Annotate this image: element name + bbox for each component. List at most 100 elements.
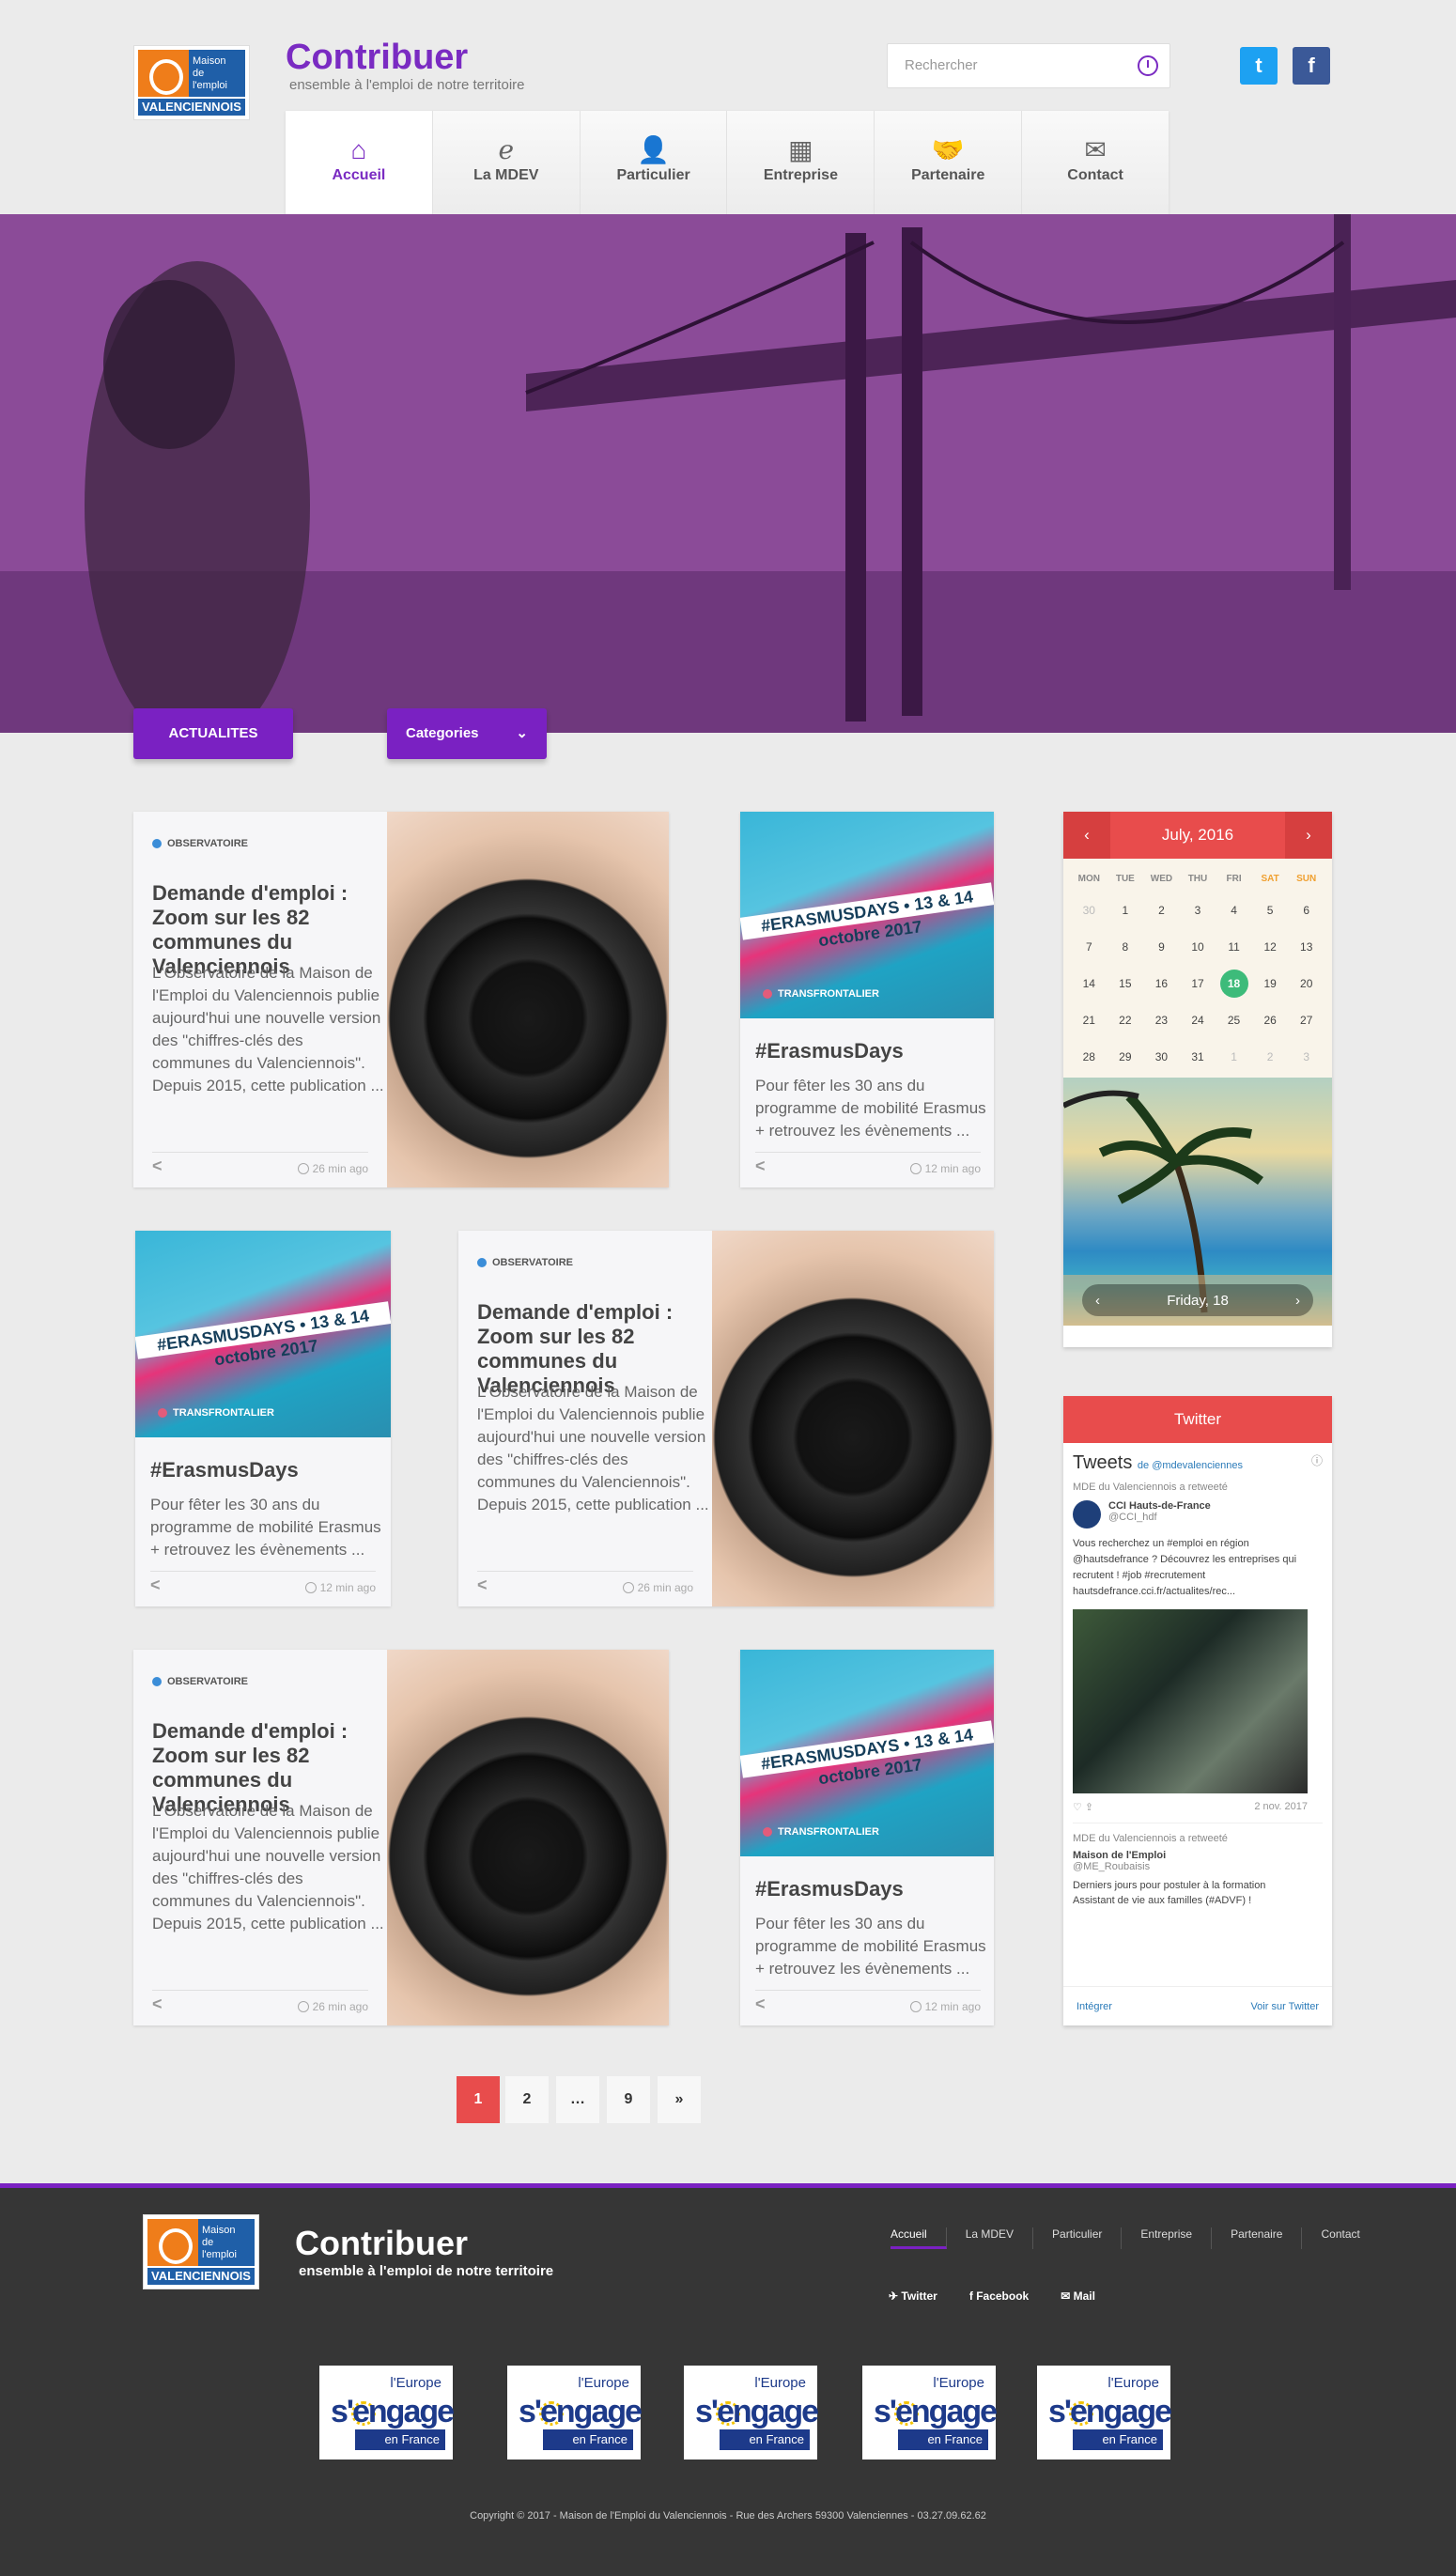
calendar-day[interactable]: 20 (1288, 966, 1324, 1002)
calendar-day[interactable]: 22 (1107, 1002, 1144, 1039)
twitter-icon: ✈ (889, 2289, 902, 2303)
tweet-image[interactable] (1073, 1609, 1308, 1793)
calendar-day[interactable]: 27 (1288, 1002, 1324, 1039)
footer-twitter-link[interactable]: ✈ Twitter (889, 2289, 937, 2303)
card-title[interactable]: #ErasmusDays (150, 1458, 299, 1482)
tweet-author[interactable]: Maison de l'Emploi (1073, 1850, 1166, 1861)
calendar-day[interactable]: 21 (1071, 1002, 1107, 1039)
page-1[interactable]: 1 (457, 2076, 500, 2123)
calendar-grid: MON TUE WED THU FRI SAT SUN 30 1 2 3 4 5 6 7 8 9 10 11 12 13… (1063, 859, 1332, 1078)
footer-nav-la-mdev[interactable]: La MDEV (947, 2227, 1034, 2249)
article-card[interactable]: #ERASMUSDAYS • 13 & 14 octobre 2017 TRAN… (740, 1650, 994, 2025)
calendar-day[interactable]: 8 (1107, 929, 1144, 966)
facebook-button[interactable]: f (1293, 47, 1330, 85)
calendar-day[interactable]: 28 (1071, 1039, 1107, 1076)
news-button[interactable]: ACTUALITES (133, 708, 293, 759)
page-2[interactable]: 2 (505, 2076, 549, 2123)
clock-icon (909, 1162, 922, 1174)
calendar-day[interactable]: 30 (1143, 1039, 1180, 1076)
calendar-day[interactable]: 2 (1252, 1039, 1289, 1076)
tweet-text: Derniers jours pour postuler à la format… (1073, 1880, 1266, 1906)
card-title[interactable]: #ErasmusDays (755, 1039, 904, 1063)
share-icon[interactable] (152, 1994, 167, 2014)
twitter-button[interactable]: t (1240, 47, 1278, 85)
site-title[interactable]: Contribuer (286, 38, 468, 78)
avatar[interactable] (1073, 1500, 1101, 1529)
footer-facebook-link[interactable]: f Facebook (969, 2289, 1029, 2303)
tweets-by-link[interactable]: de @mdevalenciennes (1138, 1460, 1243, 1471)
tweet-handle[interactable]: @ME_Roubaisis (1073, 1861, 1150, 1872)
article-card[interactable]: OBSERVATOIRE Demande d'emploi : Zoom sur… (133, 812, 669, 1187)
nav-partenaire[interactable]: 🤝 Partenaire (875, 111, 1023, 216)
share-icon[interactable] (150, 1575, 165, 1595)
like-icon[interactable]: ♡ ⇪ (1073, 1801, 1093, 1813)
categories-dropdown[interactable]: Categories ⌄ (387, 708, 547, 759)
page-9[interactable]: 9 (607, 2076, 650, 2123)
calendar-day[interactable]: 2 (1143, 892, 1180, 929)
calendar-day[interactable]: 11 (1216, 929, 1252, 966)
calendar-day[interactable]: 30 (1071, 892, 1107, 929)
calendar-day[interactable]: 19 (1252, 966, 1289, 1002)
calendar-day[interactable]: 4 (1216, 892, 1252, 929)
calendar-day[interactable]: 16 (1143, 966, 1180, 1002)
calendar-day[interactable]: 14 (1071, 966, 1107, 1002)
embed-link[interactable]: Intégrer (1077, 1987, 1112, 2025)
nav-particulier[interactable]: 👤 Particulier (580, 111, 728, 216)
article-card[interactable]: #ERASMUSDAYS • 13 & 14 octobre 2017 TRAN… (135, 1231, 391, 1606)
calendar-day[interactable]: 3 (1288, 1039, 1324, 1076)
view-on-twitter-link[interactable]: Voir sur Twitter (1250, 1987, 1319, 2025)
calendar-day[interactable]: 17 (1180, 966, 1216, 1002)
tweet-author[interactable]: CCI Hauts-de-France (1108, 1500, 1211, 1512)
calendar-day[interactable]: 26 (1252, 1002, 1289, 1039)
calendar-day[interactable]: 23 (1143, 1002, 1180, 1039)
calendar-day[interactable]: 9 (1143, 929, 1180, 966)
search-input[interactable]: Rechercher (887, 43, 1170, 88)
card-time: 12 min ago (909, 1162, 981, 1175)
tweet-date[interactable]: 2 nov. 2017 (1254, 1801, 1308, 1813)
date-prev-icon[interactable]: ‹ (1095, 1293, 1100, 1309)
calendar-day[interactable]: 31 (1180, 1039, 1216, 1076)
info-icon[interactable]: ⓘ (1311, 1452, 1323, 1468)
article-card[interactable]: #ERASMUSDAYS • 13 & 14 octobre 2017 TRAN… (740, 812, 994, 1187)
calendar-day[interactable]: 24 (1180, 1002, 1216, 1039)
calendar-day[interactable]: 6 (1288, 892, 1324, 929)
footer-logo[interactable]: Maison de l'emploi VALENCIENNOIS (143, 2214, 259, 2289)
share-icon[interactable] (755, 1994, 770, 2014)
share-icon[interactable] (152, 1156, 167, 1176)
calendar-day[interactable]: 25 (1216, 1002, 1252, 1039)
share-icon[interactable] (755, 1156, 770, 1176)
date-next-icon[interactable]: › (1295, 1293, 1300, 1309)
footer-nav-contact[interactable]: Contact (1302, 2227, 1378, 2249)
footer-nav-particulier[interactable]: Particulier (1033, 2227, 1123, 2249)
calendar-day[interactable]: 15 (1107, 966, 1144, 1002)
calendar-prev-icon[interactable]: ‹ (1063, 812, 1110, 859)
footer-nav-accueil[interactable]: Accueil (891, 2227, 947, 2249)
calendar-day[interactable]: 10 (1180, 929, 1216, 966)
share-icon[interactable] (477, 1575, 492, 1595)
calendar-day[interactable]: 7 (1071, 929, 1107, 966)
calendar-day[interactable]: 29 (1107, 1039, 1144, 1076)
article-card[interactable]: OBSERVATOIRE Demande d'emploi : Zoom sur… (458, 1231, 994, 1606)
footer-mail-link[interactable]: ✉ Mail (1061, 2289, 1095, 2303)
calendar-day[interactable]: 3 (1180, 892, 1216, 929)
calendar-day[interactable]: 5 (1252, 892, 1289, 929)
tweet-handle[interactable]: @CCI_hdf (1108, 1512, 1157, 1523)
calendar-day[interactable]: 18 (1216, 966, 1252, 1002)
nav-accueil[interactable]: ⌂ Accueil (286, 111, 433, 224)
calendar-day[interactable]: 1 (1107, 892, 1144, 929)
site-logo[interactable]: Maison de l'emploi VALENCIENNOIS (133, 45, 250, 120)
clock-search-icon[interactable] (1138, 55, 1158, 76)
footer-nav-entreprise[interactable]: Entreprise (1122, 2227, 1213, 2249)
page-next[interactable]: » (658, 2076, 701, 2123)
logo-text-line2: de l'emploi (193, 68, 227, 91)
card-title[interactable]: #ErasmusDays (755, 1877, 904, 1901)
nav-contact[interactable]: ✉ Contact (1022, 111, 1169, 216)
calendar-next-icon[interactable]: › (1284, 812, 1332, 859)
calendar-day[interactable]: 12 (1252, 929, 1289, 966)
article-card[interactable]: OBSERVATOIRE Demande d'emploi : Zoom sur… (133, 1650, 669, 2025)
footer-nav-partenaire[interactable]: Partenaire (1212, 2227, 1303, 2249)
nav-la-mdev[interactable]: ℯ La MDEV (432, 111, 581, 216)
nav-entreprise[interactable]: ▦ Entreprise (727, 111, 875, 216)
calendar-day[interactable]: 13 (1288, 929, 1324, 966)
calendar-day[interactable]: 1 (1216, 1039, 1252, 1076)
